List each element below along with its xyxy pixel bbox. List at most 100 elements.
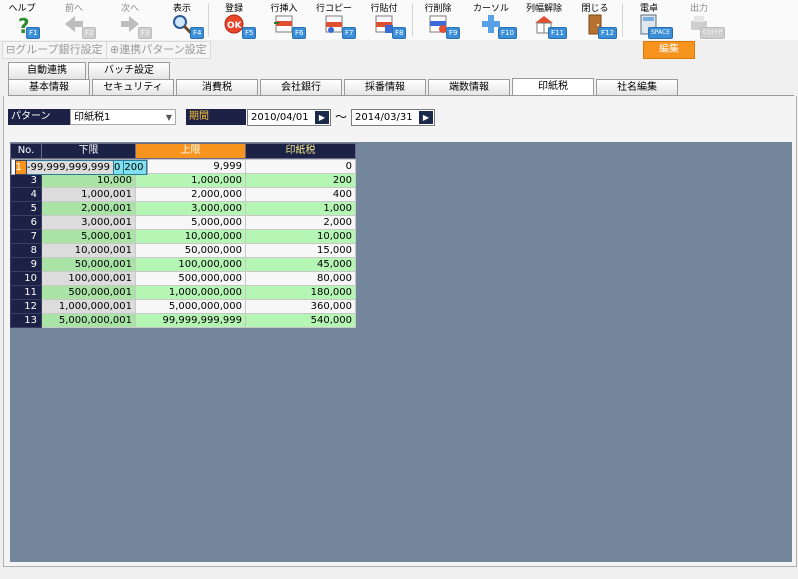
group-bank-settings-button[interactable]: ⊟グループ銀行設定 <box>2 41 107 59</box>
cell-no[interactable]: 12 <box>10 299 42 314</box>
cell-tax[interactable]: 200 <box>245 173 356 188</box>
output-button[interactable]: 出力 Ctrl+P <box>676 0 726 40</box>
table-row[interactable]: 6 3,000,001 5,000,000 2,000 <box>10 215 356 230</box>
cell-no[interactable]: 11 <box>10 285 42 300</box>
header-stamp-tax[interactable]: 印紙税 <box>245 143 356 159</box>
paste-row-button[interactable]: 行貼付 F8 <box>362 0 407 40</box>
cell-upper[interactable]: 1,000,000,000 <box>135 285 246 300</box>
f5-key: F5 <box>242 27 257 39</box>
cell-lower[interactable]: 5,000,000,001 <box>41 313 136 328</box>
cell-upper[interactable]: 5,000,000 <box>135 215 246 230</box>
cell-tax[interactable]: 180,000 <box>245 285 356 300</box>
table-row[interactable]: 8 10,000,001 50,000,000 15,000 <box>10 243 356 258</box>
cell-upper[interactable]: 50,000,000 <box>135 243 246 258</box>
table-row[interactable]: 10 100,000,001 500,000,000 80,000 <box>10 271 356 286</box>
column-width-reset-button[interactable]: 列幅解除 F11 <box>520 0 568 40</box>
cell-no[interactable]: 9 <box>10 257 42 272</box>
tab-fraction-info[interactable]: 端数情報 <box>428 79 510 96</box>
cell-lower[interactable]: 10,000 <box>41 173 136 188</box>
cell-lower[interactable]: 3,000,001 <box>41 215 136 230</box>
cell-upper[interactable]: 100,000,000 <box>135 257 246 272</box>
cell-lower[interactable]: 500,000,001 <box>41 285 136 300</box>
cell-lower[interactable]: 5,000,001 <box>41 229 136 244</box>
tab-basic-info[interactable]: 基本情報 <box>8 79 90 96</box>
calculator-button[interactable]: 電卓 SPACE <box>626 0 674 40</box>
cell-tax[interactable]: 400 <box>245 187 356 202</box>
copy-row-button[interactable]: 行コピー F7 <box>312 0 357 40</box>
prev-button[interactable]: 前へ F2 <box>52 0 97 40</box>
cell-upper[interactable]: 3,000,000 <box>135 201 246 216</box>
cell-lower[interactable]: 1,000,000,001 <box>41 299 136 314</box>
tab-stamp-tax[interactable]: 印紙税 <box>512 78 594 96</box>
table-row[interactable]: 7 5,000,001 10,000,000 10,000 <box>10 229 356 244</box>
cell-no[interactable]: 3 <box>10 173 42 188</box>
cell-upper[interactable]: 0 <box>112 160 125 175</box>
header-upper[interactable]: 上限 <box>135 143 246 159</box>
header-lower[interactable]: 下限 <box>41 143 136 159</box>
cell-lower[interactable]: 50,000,001 <box>41 257 136 272</box>
table-row[interactable]: 12 1,000,000,001 5,000,000,000 360,000 <box>10 299 356 314</box>
cell-no[interactable]: 13 <box>10 313 42 328</box>
cell-no[interactable]: 7 <box>10 229 42 244</box>
cell-lower[interactable]: 1,000,001 <box>41 187 136 202</box>
period-label: 期間 <box>186 109 246 125</box>
table-row[interactable]: 3 10,000 1,000,000 200 <box>10 173 356 188</box>
cell-no[interactable]: 5 <box>10 201 42 216</box>
register-button[interactable]: 登録 OK F5 <box>212 0 257 40</box>
help-button[interactable]: ヘルプ ? F1 <box>4 0 41 40</box>
header-no[interactable]: No. <box>10 143 42 159</box>
cell-upper[interactable]: 5,000,000,000 <box>135 299 246 314</box>
cell-tax[interactable]: 2,000 <box>245 215 356 230</box>
cell-no[interactable]: 1 <box>14 160 27 175</box>
cell-upper[interactable]: 99,999,999,999 <box>135 313 246 328</box>
cell-no[interactable]: 8 <box>10 243 42 258</box>
table-row[interactable]: 5 2,000,001 3,000,000 1,000 <box>10 201 356 216</box>
cell-tax[interactable]: 0 <box>245 159 356 174</box>
cell-tax[interactable]: 540,000 <box>245 313 356 328</box>
tab-security[interactable]: セキュリティ <box>92 79 174 96</box>
cell-upper[interactable]: 1,000,000 <box>135 173 246 188</box>
pattern-select[interactable]: 印紙税1 ▼ <box>70 109 176 125</box>
date-from-calendar-icon[interactable]: ▶ <box>315 111 329 124</box>
cell-lower[interactable]: -99,999,999,999 <box>25 160 115 175</box>
tab-numbering-info[interactable]: 採番情報 <box>344 79 426 96</box>
date-from-input[interactable]: 2010/04/01 ▶ <box>247 109 331 126</box>
table-row[interactable]: 11 500,000,001 1,000,000,000 180,000 <box>10 285 356 300</box>
tab-company-bank[interactable]: 会社銀行 <box>260 79 342 96</box>
tab-consumption-tax[interactable]: 消費税 <box>176 79 258 96</box>
cell-tax[interactable]: 10,000 <box>245 229 356 244</box>
close-button[interactable]: 閉じる F12 <box>572 0 618 40</box>
cell-upper[interactable]: 500,000,000 <box>135 271 246 286</box>
tab-company-name-edit[interactable]: 社名編集 <box>596 79 678 96</box>
cell-tax[interactable]: 15,000 <box>245 243 356 258</box>
next-button[interactable]: 次へ F3 <box>108 0 153 40</box>
cell-lower[interactable]: 10,000,001 <box>41 243 136 258</box>
table-row[interactable]: 9 50,000,001 100,000,000 45,000 <box>10 257 356 272</box>
cell-upper[interactable]: 2,000,000 <box>135 187 246 202</box>
tab-batch-settings[interactable]: バッチ設定 <box>88 62 170 79</box>
cell-upper[interactable]: 10,000,000 <box>135 229 246 244</box>
cell-lower[interactable]: 100,000,001 <box>41 271 136 286</box>
view-button[interactable]: 表示 F4 <box>160 0 205 40</box>
cell-tax[interactable]: 200 <box>123 160 148 175</box>
cell-lower[interactable]: 2,000,001 <box>41 201 136 216</box>
table-row[interactable]: 4 1,000,001 2,000,000 400 <box>10 187 356 202</box>
cell-tax[interactable]: 360,000 <box>245 299 356 314</box>
cell-no[interactable]: 6 <box>10 215 42 230</box>
table-row[interactable]: 1 -99,999,999,999 0 200 <box>10 159 149 175</box>
cell-tax[interactable]: 45,000 <box>245 257 356 272</box>
cell-tax[interactable]: 80,000 <box>245 271 356 286</box>
delete-row-button[interactable]: 行削除 F9 <box>416 0 461 40</box>
edit-button[interactable]: 編集 <box>643 41 695 59</box>
date-to-calendar-icon[interactable]: ▶ <box>419 111 433 124</box>
cell-upper[interactable]: 9,999 <box>135 159 246 174</box>
insert-row-button[interactable]: 行挿入 F6 <box>262 0 307 40</box>
table-row[interactable]: 13 5,000,000,001 99,999,999,999 540,000 <box>10 313 356 328</box>
tab-auto-link[interactable]: 自動連携 <box>8 62 86 79</box>
date-to-input[interactable]: 2014/03/31 ▶ <box>351 109 435 126</box>
cell-no[interactable]: 10 <box>10 271 42 286</box>
cell-no[interactable]: 4 <box>10 187 42 202</box>
cursor-button[interactable]: カーソル F10 <box>466 0 517 40</box>
cell-tax[interactable]: 1,000 <box>245 201 356 216</box>
link-pattern-settings-button[interactable]: ⊕連携パターン設定 <box>106 41 211 59</box>
